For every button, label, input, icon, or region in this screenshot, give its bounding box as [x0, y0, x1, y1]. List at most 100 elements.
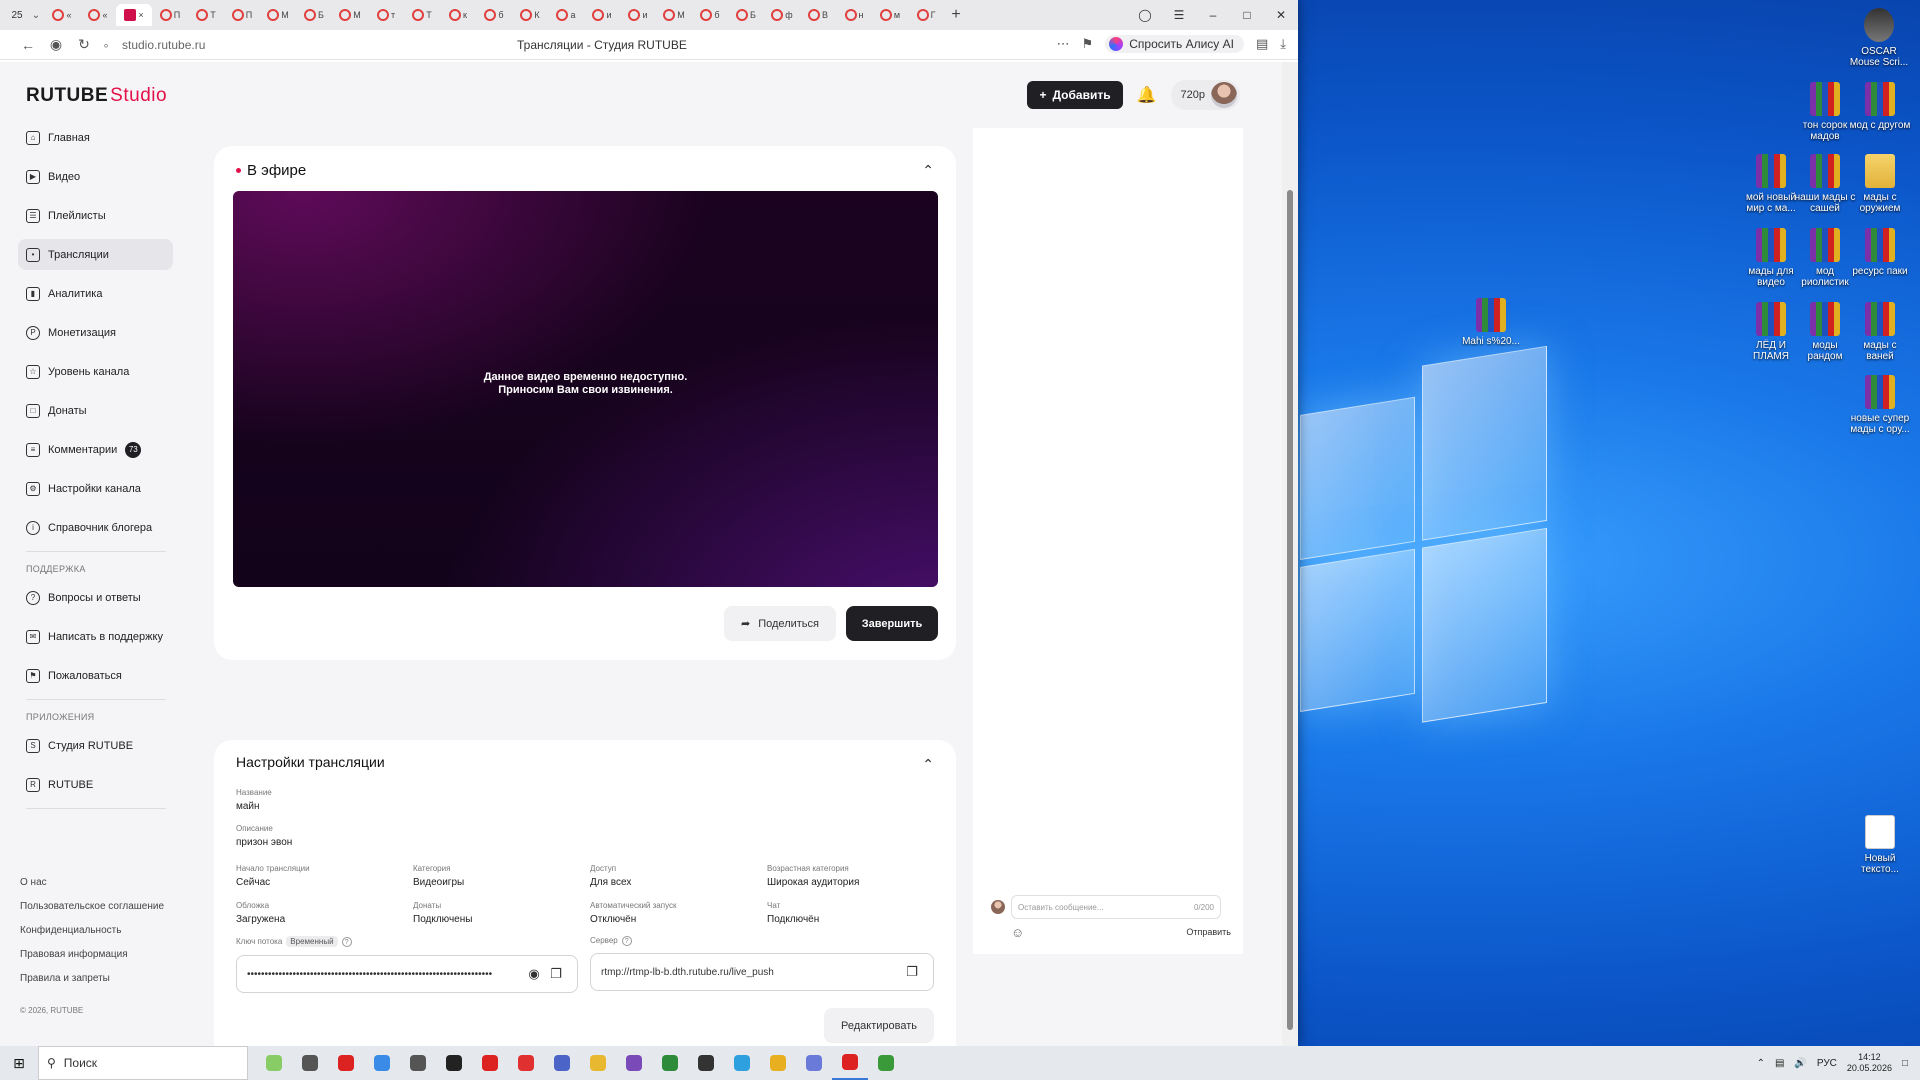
- tray-chevron-icon[interactable]: ⌃: [1757, 1058, 1765, 1069]
- server-field[interactable]: rtmp://rtmp-lb-b.dth.rutube.ru/live_push…: [590, 953, 934, 991]
- browser-tab[interactable]: Б: [728, 4, 764, 26]
- video-player[interactable]: Данное видео временно недоступно. Приноси…: [233, 191, 938, 587]
- desktop-icon[interactable]: мод с другом: [1849, 82, 1911, 131]
- browser-tab[interactable]: В: [800, 4, 836, 26]
- chevron-up-icon[interactable]: ⌃: [922, 162, 934, 179]
- browser-tab[interactable]: М: [656, 4, 692, 26]
- site-info-icon[interactable]: ◉: [42, 36, 70, 53]
- browser-tab[interactable]: П: [152, 4, 188, 26]
- sidebar-item[interactable]: ⌂ Главная: [18, 122, 173, 153]
- copy-icon[interactable]: ❐: [545, 966, 567, 982]
- browser-tab[interactable]: «: [80, 4, 116, 26]
- taskbar-app-icon[interactable]: [508, 1046, 544, 1080]
- footer-link[interactable]: О нас: [20, 877, 164, 901]
- taskbar-app-icon[interactable]: [436, 1046, 472, 1080]
- bookmark-icon[interactable]: ⚑: [1082, 36, 1094, 52]
- taskbar-app-icon[interactable]: [724, 1046, 760, 1080]
- sidebar-item[interactable]: • Трансляции: [18, 239, 173, 270]
- chat-message-input[interactable]: Оставить сообщение... 0/200: [1011, 895, 1221, 919]
- profile-icon[interactable]: ◯: [1128, 0, 1162, 30]
- taskbar-app-icon[interactable]: [292, 1046, 328, 1080]
- copy-icon[interactable]: ❐: [901, 964, 923, 980]
- browser-tab[interactable]: Б: [296, 4, 332, 26]
- sidebar-item[interactable]: R RUTUBE: [18, 769, 173, 800]
- footer-link[interactable]: Правила и запреты: [20, 973, 164, 997]
- browser-tab[interactable]: ф: [764, 4, 800, 26]
- sidebar-item[interactable]: i Справочник блогера: [18, 512, 173, 543]
- bell-icon[interactable]: 🔔: [1137, 85, 1157, 105]
- quality-avatar-button[interactable]: 720p: [1170, 80, 1240, 110]
- taskbar-app-icon[interactable]: [652, 1046, 688, 1080]
- help-icon[interactable]: ?: [621, 936, 632, 946]
- volume-icon[interactable]: 🔊: [1794, 1058, 1806, 1069]
- add-button[interactable]: + Добавить: [1027, 81, 1123, 109]
- rutube-studio-logo[interactable]: RUTUBE Studio: [26, 85, 167, 107]
- translate-icon[interactable]: ▤: [1256, 36, 1268, 52]
- sidebar-item[interactable]: P Монетизация: [18, 317, 173, 348]
- new-tab-button[interactable]: +: [944, 6, 968, 24]
- browser-tab[interactable]: П: [224, 4, 260, 26]
- browser-tab[interactable]: т: [368, 4, 404, 26]
- close-button[interactable]: ✕: [1264, 0, 1298, 30]
- sidebar-item[interactable]: □ Донаты: [18, 395, 173, 426]
- stream-key-field[interactable]: ••••••••••••••••••••••••••••••••••••••••…: [236, 955, 578, 993]
- taskbar-app-icon[interactable]: [832, 1046, 868, 1080]
- footer-link[interactable]: Правовая информация: [20, 949, 164, 973]
- browser-tab[interactable]: а: [548, 4, 584, 26]
- download-icon[interactable]: ⤓: [1280, 36, 1286, 52]
- edit-button[interactable]: Редактировать: [824, 1008, 934, 1043]
- browser-tab[interactable]: М: [332, 4, 368, 26]
- browser-tab[interactable]: б: [692, 4, 728, 26]
- maximize-button[interactable]: □: [1230, 0, 1264, 30]
- taskbar-app-icon[interactable]: [256, 1046, 292, 1080]
- desktop-icon[interactable]: Mahi s%20...: [1460, 298, 1522, 347]
- sidebar-item[interactable]: ? Вопросы и ответы: [18, 582, 173, 613]
- taskbar-app-icon[interactable]: [400, 1046, 436, 1080]
- menu-icon[interactable]: ☰: [1162, 0, 1196, 30]
- taskbar-app-icon[interactable]: [544, 1046, 580, 1080]
- browser-tab[interactable]: Г: [908, 4, 944, 26]
- alice-ai-button[interactable]: Спросить Алису AI: [1105, 35, 1244, 53]
- sidebar-item[interactable]: ≡ Комментарии 73: [18, 434, 173, 465]
- taskbar-search[interactable]: ⚲ Поиск: [38, 1046, 248, 1080]
- browser-tab[interactable]: К: [512, 4, 548, 26]
- reload-icon[interactable]: ↻: [70, 36, 98, 53]
- page-scrollbar[interactable]: [1282, 62, 1298, 1046]
- desktop-icon[interactable]: ресурс паки: [1849, 228, 1911, 277]
- tab-count[interactable]: 25: [6, 10, 28, 21]
- chevron-up-icon[interactable]: ⌃: [922, 756, 934, 773]
- emoji-icon[interactable]: ☺: [1011, 925, 1024, 940]
- browser-tab[interactable]: Т: [188, 4, 224, 26]
- sidebar-item[interactable]: ☆ Уровень канала: [18, 356, 173, 387]
- more-icon[interactable]: ⋯: [1057, 36, 1070, 52]
- notifications-icon[interactable]: □: [1902, 1058, 1908, 1069]
- back-icon[interactable]: ←: [14, 37, 42, 53]
- desktop-icon[interactable]: мой новый мир с ма...: [1740, 154, 1802, 214]
- sidebar-item[interactable]: ☰ Плейлисты: [18, 200, 173, 231]
- taskbar-app-icon[interactable]: [688, 1046, 724, 1080]
- browser-tab[interactable]: б: [476, 4, 512, 26]
- taskbar-app-icon[interactable]: [616, 1046, 652, 1080]
- desktop-icon[interactable]: мады для видео: [1740, 228, 1802, 288]
- taskbar-app-icon[interactable]: [328, 1046, 364, 1080]
- taskbar-app-icon[interactable]: [868, 1046, 904, 1080]
- desktop-icon[interactable]: мады с ваней: [1849, 302, 1911, 362]
- browser-tab[interactable]: н: [836, 4, 872, 26]
- send-button[interactable]: Отправить: [1186, 927, 1231, 937]
- sidebar-item[interactable]: ▮ Аналитика: [18, 278, 173, 309]
- sidebar-item[interactable]: S Студия RUTUBE: [18, 730, 173, 761]
- sidebar-item[interactable]: ▶ Видео: [18, 161, 173, 192]
- desktop-icon[interactable]: моды рандом: [1794, 302, 1856, 362]
- eye-icon[interactable]: ◉: [523, 966, 545, 982]
- browser-tab[interactable]: и: [620, 4, 656, 26]
- taskbar-app-icon[interactable]: [472, 1046, 508, 1080]
- tab-list-chevron-icon[interactable]: ⌄: [28, 10, 44, 21]
- taskbar-app-icon[interactable]: [580, 1046, 616, 1080]
- desktop-icon[interactable]: Новый тексто...: [1849, 815, 1911, 875]
- desktop-icon[interactable]: мод риолистик: [1794, 228, 1856, 288]
- browser-tab[interactable]: м: [872, 4, 908, 26]
- browser-tab[interactable]: Т: [404, 4, 440, 26]
- browser-tab[interactable]: ×: [116, 4, 152, 26]
- url-field[interactable]: studio.rutube.ru: [122, 38, 205, 52]
- desktop-icon[interactable]: ЛЁД И ПЛАМЯ: [1740, 302, 1802, 362]
